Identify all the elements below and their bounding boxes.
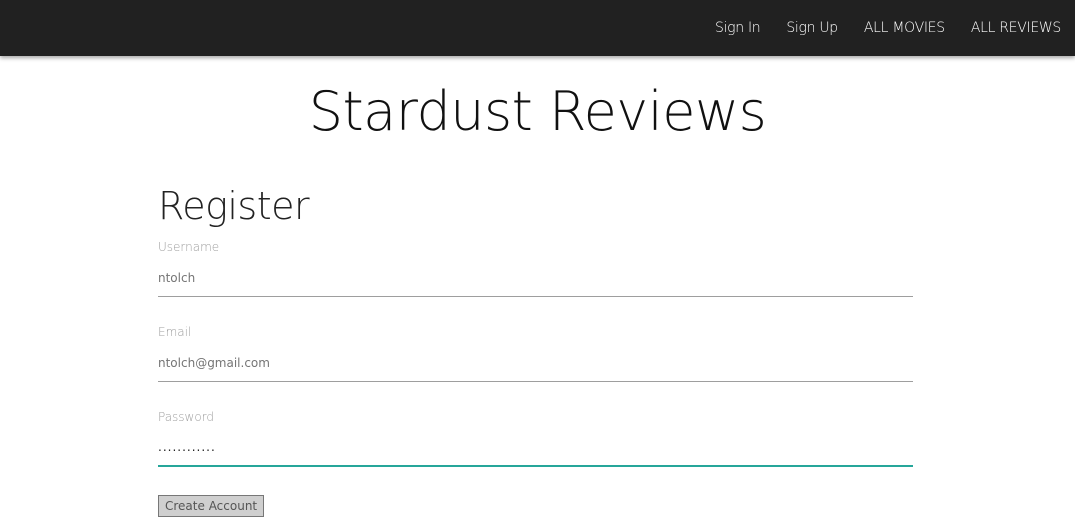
username-input[interactable]: [158, 259, 913, 297]
create-account-button[interactable]: Create Account: [158, 495, 265, 517]
nav-all-reviews-link[interactable]: ALL REVIEWS: [958, 20, 1075, 36]
username-label: Username: [158, 240, 220, 254]
password-field-group: Password: [158, 402, 913, 487]
password-input[interactable]: [158, 429, 913, 467]
nav-sign-up-link[interactable]: Sign Up: [773, 20, 851, 36]
email-input[interactable]: [158, 344, 913, 382]
password-label: Password: [158, 410, 215, 424]
top-navbar: Sign In Sign Up ALL MOVIES ALL REVIEWS: [0, 0, 1075, 56]
form-heading: Register: [158, 184, 310, 228]
nav-sign-in-link[interactable]: Sign In: [702, 20, 773, 36]
site-title: Stardust Reviews: [308, 80, 767, 143]
email-label: Email: [158, 325, 192, 339]
email-field-group: Email: [158, 317, 913, 402]
register-form: Register Username Email Password Create …: [158, 180, 913, 517]
nav-links: Sign In Sign Up ALL MOVIES ALL REVIEWS: [702, 0, 1075, 56]
username-field-group: Username: [158, 232, 913, 317]
nav-all-movies-link[interactable]: ALL MOVIES: [851, 20, 958, 36]
